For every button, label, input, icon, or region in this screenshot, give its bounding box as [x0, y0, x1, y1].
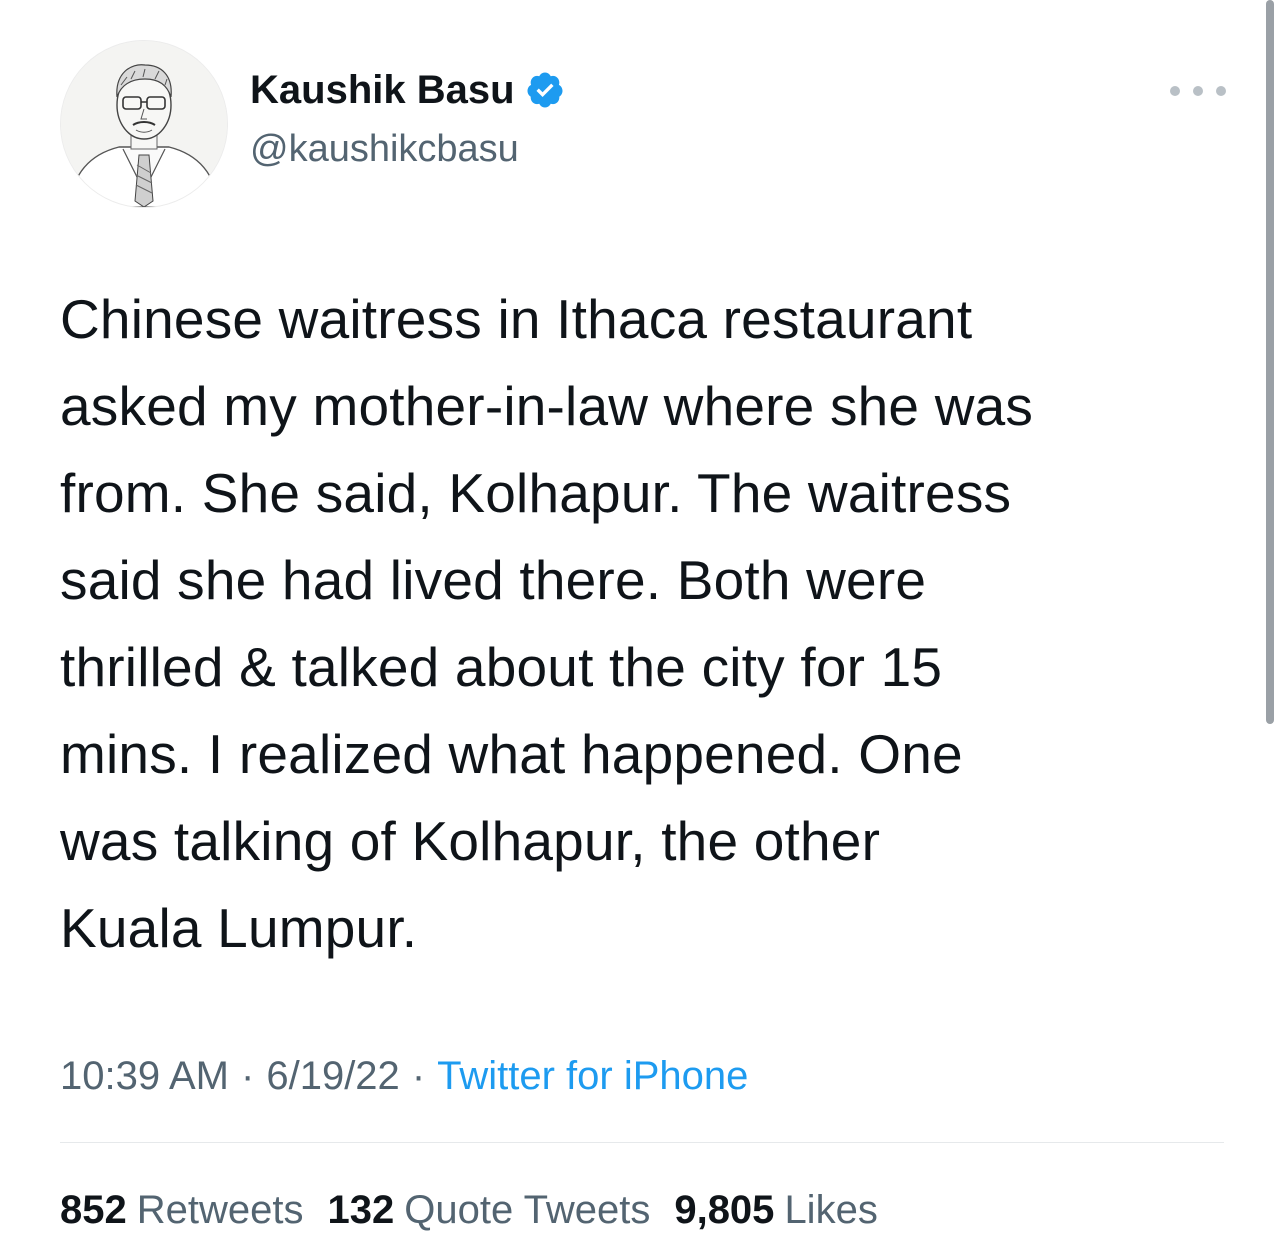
likes-label: Likes	[784, 1188, 878, 1232]
author-handle[interactable]: @kaushikcbasu	[250, 124, 519, 174]
author-avatar[interactable]	[60, 40, 228, 208]
retweets-stat[interactable]: 852 Retweets	[60, 1182, 304, 1238]
more-options-icon[interactable]	[1170, 76, 1226, 106]
more-dot	[1170, 86, 1180, 96]
verified-badge-icon	[525, 70, 565, 110]
retweets-label: Retweets	[136, 1188, 304, 1232]
scrollbar[interactable]	[1266, 0, 1274, 724]
sketch-portrait-avatar	[61, 41, 227, 207]
likes-count: 9,805	[674, 1188, 775, 1232]
divider	[60, 1142, 1224, 1143]
tweet-date[interactable]: 6/19/22	[266, 1054, 399, 1098]
tweet-source-link[interactable]: Twitter for iPhone	[437, 1054, 748, 1098]
author-name[interactable]: Kaushik Basu	[250, 64, 565, 116]
meta-separator: ·	[411, 1054, 426, 1098]
tweet-meta: 10:39 AM · 6/19/22 · Twitter for iPhone	[60, 1048, 748, 1104]
likes-stat[interactable]: 9,805 Likes	[674, 1182, 878, 1238]
author-name-text: Kaushik Basu	[250, 68, 515, 112]
tweet-time[interactable]: 10:39 AM	[60, 1054, 229, 1098]
quote-tweets-label: Quote Tweets	[404, 1188, 651, 1232]
quote-tweets-stat[interactable]: 132 Quote Tweets	[328, 1182, 651, 1238]
quote-tweets-count: 132	[327, 1188, 395, 1232]
tweet-text: Chinese waitress in Ithaca restaurant as…	[60, 288, 1034, 959]
retweets-count: 852	[60, 1188, 127, 1232]
more-dot	[1193, 86, 1203, 96]
tweet-stats: 852 Retweets 132 Quote Tweets 9,805 Likes	[60, 1182, 878, 1238]
meta-separator: ·	[241, 1054, 255, 1098]
more-dot	[1216, 86, 1226, 96]
